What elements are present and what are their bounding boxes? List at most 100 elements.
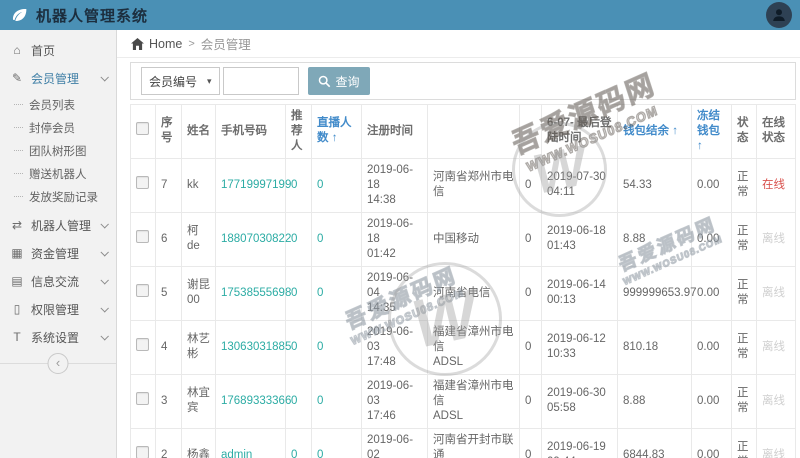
sidebar-item-label: 权限管理 (31, 301, 79, 318)
cell-check (131, 320, 156, 374)
sidebar-subitem-label: 团队树形图 (29, 143, 87, 159)
sidebar-item-funds[interactable]: ▦资金管理 (0, 239, 116, 267)
col-label-phone: 手机号码 (221, 125, 267, 137)
cell-link-live[interactable]: 0 (317, 179, 323, 191)
select-all-checkbox[interactable] (136, 122, 149, 135)
online-status-badge: 离线 (762, 341, 785, 353)
cell-status: 正常 (732, 428, 757, 458)
cell-line: 14:35 (367, 301, 423, 316)
cell-login: 2019-06-1400:13 (542, 266, 618, 320)
cell-link-live[interactable]: 0 (317, 449, 323, 458)
cell-link-referrer[interactable]: 0 (291, 449, 297, 458)
cell-link-phone[interactable]: 18807030822 (221, 233, 291, 245)
row-checkbox[interactable] (136, 392, 149, 405)
cell-live: 0 (312, 320, 362, 374)
cell-line: ADSL (433, 409, 515, 424)
cell-link-live[interactable]: 0 (317, 395, 323, 407)
row-checkbox[interactable] (136, 284, 149, 297)
sidebar-subitem-member-list[interactable]: 会员列表 (0, 93, 116, 116)
col-label-referrer: 推荐人 (291, 110, 303, 152)
cell-link-referrer[interactable]: 0 (291, 287, 297, 299)
sidebar-subitem-gift-robot[interactable]: 赠送机器人 (0, 162, 116, 185)
sidebar-subitem-ban-member[interactable]: 封停会员 (0, 116, 116, 139)
cell-link-phone[interactable]: admin (221, 449, 252, 458)
col-label-frozen: 冻结钱包 ↑ (697, 110, 720, 152)
cell-line: 01:42 (367, 247, 423, 262)
cell-status: 正常 (732, 374, 757, 428)
sidebar-item-home[interactable]: ⌂首页 (0, 36, 116, 64)
breadcrumb-current: 会员管理 (201, 34, 251, 53)
cell-link-live[interactable]: 0 (317, 233, 323, 245)
cell-link-referrer[interactable]: 0 (291, 179, 297, 191)
cell-no: 2 (156, 428, 182, 458)
cell-link-phone[interactable]: 17538555698 (221, 287, 291, 299)
sidebar-item-label: 机器人管理 (31, 217, 91, 234)
sidebar-item-label: 信息交流 (31, 273, 79, 290)
cell-link-phone[interactable]: 17689333366 (221, 395, 291, 407)
col-wallet[interactable]: 钱包结余 ↑ (618, 105, 692, 159)
chevron-down-icon (100, 220, 108, 228)
row-checkbox[interactable] (136, 446, 149, 458)
cell-link-referrer[interactable]: 0 (291, 233, 297, 245)
row-checkbox[interactable] (136, 230, 149, 243)
text-icon: T (10, 330, 24, 344)
col-zero (520, 105, 542, 159)
sidebar-subitem-label: 会员列表 (29, 97, 75, 113)
cell-link-live[interactable]: 0 (317, 341, 323, 353)
cell-check (131, 374, 156, 428)
col-live[interactable]: 直播人数 ↑ (312, 105, 362, 159)
search-panel: 会员编号 ▾ 查询 (130, 62, 796, 100)
sidebar-subitem-reward-record[interactable]: 发放奖励记录 (0, 185, 116, 208)
search-input[interactable] (223, 67, 299, 95)
cell-reg: 2019-06-0317:48 (362, 320, 428, 374)
cell-check (131, 428, 156, 458)
cell-reg: 2019-06-0211:10 (362, 428, 428, 458)
cell-status: 正常 (732, 266, 757, 320)
cell-link-live[interactable]: 0 (317, 287, 323, 299)
col-check[interactable] (131, 105, 156, 159)
cell-line: 00:13 (547, 293, 613, 308)
sidebar-item-label: 资金管理 (31, 245, 79, 262)
cell-link-referrer[interactable]: 0 (291, 341, 297, 353)
col-frozen[interactable]: 冻结钱包 ↑ (692, 105, 732, 159)
cell-reg: 2019-06-1814:38 (362, 158, 428, 212)
person-icon (771, 7, 787, 23)
sidebar-subitem-team-tree[interactable]: 团队树形图 (0, 139, 116, 162)
table-row: 7kk17719997199002019-06-1814:38河南省郑州市电信0… (131, 158, 796, 212)
sidebar-collapse-button[interactable]: ‹ (48, 353, 69, 374)
sidebar-item-robot[interactable]: ⇄机器人管理 (0, 211, 116, 239)
caret-down-icon: ▾ (207, 76, 212, 87)
cell-live: 0 (312, 158, 362, 212)
cell-link-phone[interactable]: 13063031885 (221, 341, 291, 353)
cell-live: 0 (312, 266, 362, 320)
sidebar-item-messages[interactable]: ▤信息交流 (0, 267, 116, 295)
table-row: 6柯de18807030822002019-06-1801:42中国移动0201… (131, 212, 796, 266)
cell-link-phone[interactable]: 17719997199 (221, 179, 291, 191)
cell-name: 柯de (182, 212, 216, 266)
col-referrer: 推荐人 (286, 105, 312, 159)
col-label-live: 直播人数 ↑ (317, 117, 352, 144)
sidebar-item-permissions[interactable]: ▯权限管理 (0, 295, 116, 323)
cell-link-referrer[interactable]: 0 (291, 395, 297, 407)
sidebar-item-member[interactable]: ✎会员管理 (0, 64, 116, 92)
cell-line: 17:46 (367, 409, 423, 424)
user-avatar[interactable] (766, 2, 792, 28)
cell-location: 中国移动 (428, 212, 520, 266)
table-row: 3林宜宾17689333366002019-06-0317:46福建省漳州市电信… (131, 374, 796, 428)
cell-wallet: 999999653.97 (618, 266, 692, 320)
row-checkbox[interactable] (136, 176, 149, 189)
chevron-down-icon (100, 304, 108, 312)
cell-line: 2019-06-18 (367, 217, 423, 247)
sidebar-item-settings[interactable]: T系统设置 (0, 323, 116, 351)
row-checkbox[interactable] (136, 338, 149, 351)
cell-line: 2019-06-30 (547, 386, 613, 401)
cell-location: 河南省开封市联通ADSL (428, 428, 520, 458)
col-name: 姓名 (182, 105, 216, 159)
cell-login: 2019-06-1909:44 (542, 428, 618, 458)
cell-phone: 17689333366 (216, 374, 286, 428)
cell-location: 福建省漳州市电信ADSL (428, 374, 520, 428)
breadcrumb-home-link[interactable]: Home (131, 37, 182, 51)
query-button[interactable]: 查询 (308, 67, 370, 95)
search-type-select[interactable]: 会员编号 ▾ (141, 67, 220, 95)
cell-line: 河南省开封市联通 (433, 433, 515, 458)
